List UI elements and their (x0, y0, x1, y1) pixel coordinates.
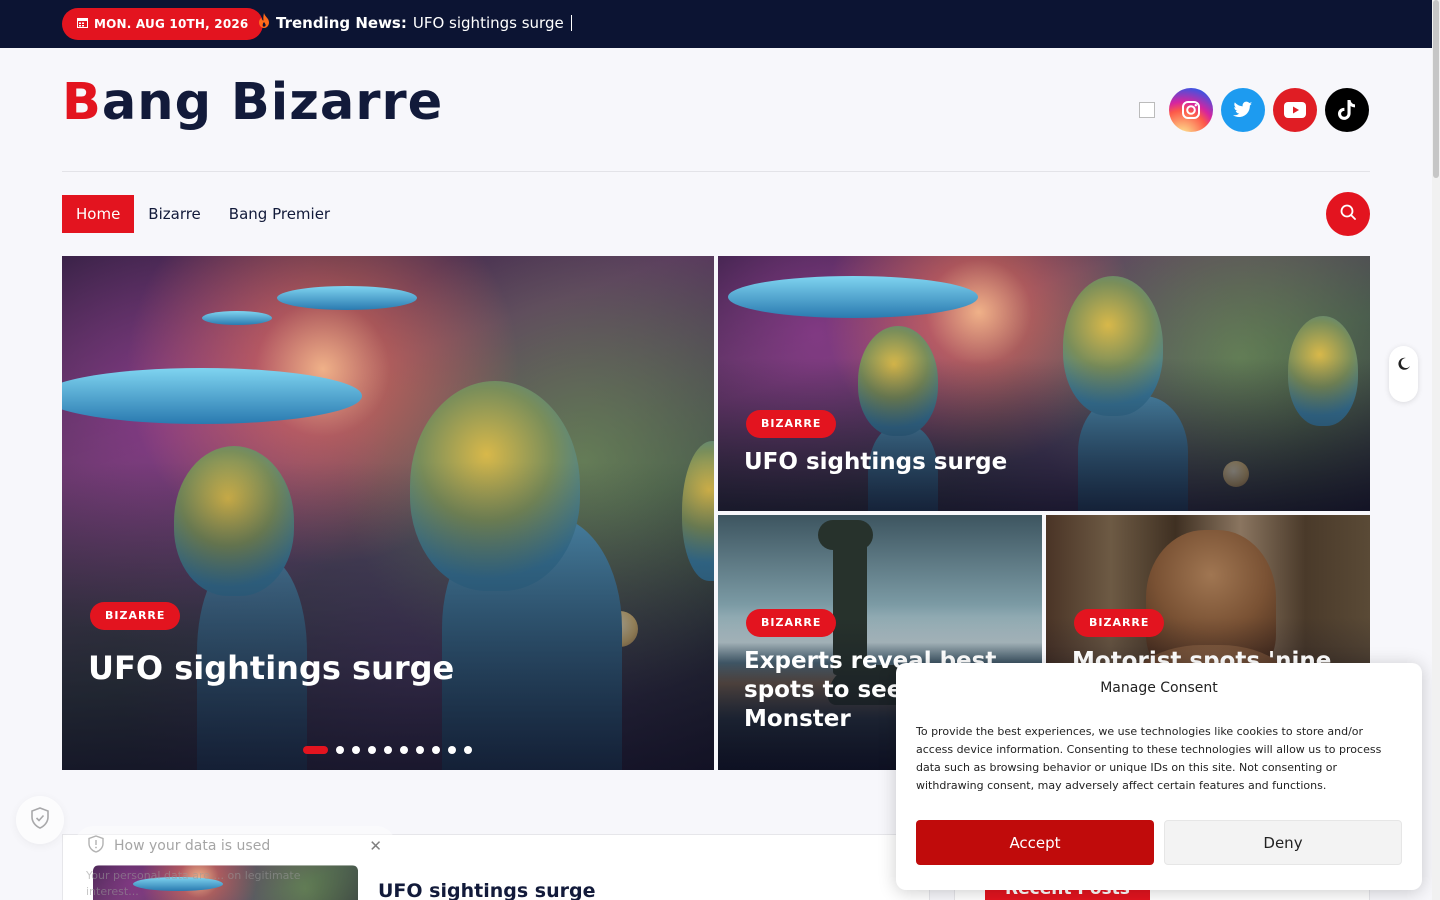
dark-mode-toggle[interactable] (1389, 346, 1418, 402)
scrollbar-thumb[interactable] (1433, 0, 1439, 178)
logo-first-letter: B (62, 73, 102, 132)
trending-news: Trending News: UFO sightings surge (258, 13, 572, 32)
slider-dot[interactable] (400, 746, 408, 754)
trending-label: Trending News: (276, 13, 407, 32)
youtube-icon[interactable] (1273, 88, 1317, 132)
trending-link[interactable]: UFO sightings surge (413, 14, 564, 32)
tiktok-icon[interactable] (1325, 88, 1369, 132)
logo-text: ang Bizarre (101, 73, 444, 132)
slider-dot[interactable] (368, 746, 376, 754)
search-button[interactable] (1326, 192, 1370, 236)
info-shield-icon (88, 835, 104, 857)
slider-dot[interactable] (384, 746, 392, 754)
category-badge[interactable]: BIZARRE (746, 410, 837, 438)
top-bar: MON. AUG 10TH, 2026 Trending News: UFO s… (0, 0, 1432, 48)
slider-dot[interactable] (448, 746, 456, 754)
nav-item-bang-premier[interactable]: Bang Premier (215, 195, 344, 233)
shield-icon (30, 807, 50, 833)
broken-image-icon (1139, 102, 1155, 118)
nav-item-home[interactable]: Home (62, 195, 135, 233)
date-pill: MON. AUG 10TH, 2026 (62, 8, 264, 40)
header-divider (62, 171, 1370, 172)
slider-dot[interactable] (416, 746, 424, 754)
deny-button[interactable]: Deny (1164, 820, 1402, 865)
consent-title: Manage Consent (1100, 680, 1218, 696)
slider-dot[interactable] (432, 746, 440, 754)
current-date: MON. AUG 10TH, 2026 (94, 17, 249, 31)
slider-dot[interactable] (464, 746, 472, 754)
moon-icon (1397, 356, 1411, 375)
category-badge[interactable]: BIZARRE (90, 602, 181, 630)
hero-main-title[interactable]: UFO sightings surge (88, 648, 454, 688)
twitter-icon[interactable] (1221, 88, 1265, 132)
nav-item-bizarre[interactable]: Bizarre (134, 195, 215, 233)
instagram-icon[interactable] (1169, 88, 1213, 132)
featured-top-title[interactable]: UFO sightings surge (744, 448, 1007, 477)
social-links (1139, 88, 1369, 132)
privacy-tooltip: How your data is used ✕ (74, 826, 396, 866)
post-title[interactable]: UFO sightings surge (378, 880, 595, 900)
slider-dot[interactable] (352, 746, 360, 754)
hero-slider[interactable]: BIZARRE UFO sightings surge (62, 256, 714, 770)
slider-dot[interactable] (303, 746, 328, 754)
search-icon (1340, 204, 1356, 224)
page-scrollbar[interactable] (1432, 0, 1440, 900)
featured-post-top[interactable]: BIZARRE UFO sightings surge (718, 256, 1370, 511)
close-icon[interactable]: ✕ (369, 837, 382, 855)
site-logo[interactable]: Bang Bizarre (62, 73, 443, 132)
calendar-icon (77, 17, 88, 31)
consent-body: To provide the best experiences, we use … (916, 725, 1382, 792)
ticker-cursor (570, 14, 572, 31)
privacy-faded-text: Your personal data are ... on legitimate… (86, 869, 301, 898)
slider-dots (303, 746, 472, 754)
fire-icon (258, 13, 270, 32)
accept-button[interactable]: Accept (916, 820, 1154, 865)
hero-main-shade (62, 256, 714, 770)
slider-dot[interactable] (336, 746, 344, 754)
category-badge[interactable]: BIZARRE (1074, 609, 1165, 637)
main-nav: Home Bizarre Bang Premier (62, 195, 344, 233)
privacy-tooltip-text: How your data is used (114, 838, 271, 854)
cookie-consent-dialog: Manage Consent To provide the best exper… (896, 663, 1422, 890)
category-badge[interactable]: BIZARRE (746, 609, 837, 637)
privacy-shield-button[interactable] (16, 796, 64, 844)
